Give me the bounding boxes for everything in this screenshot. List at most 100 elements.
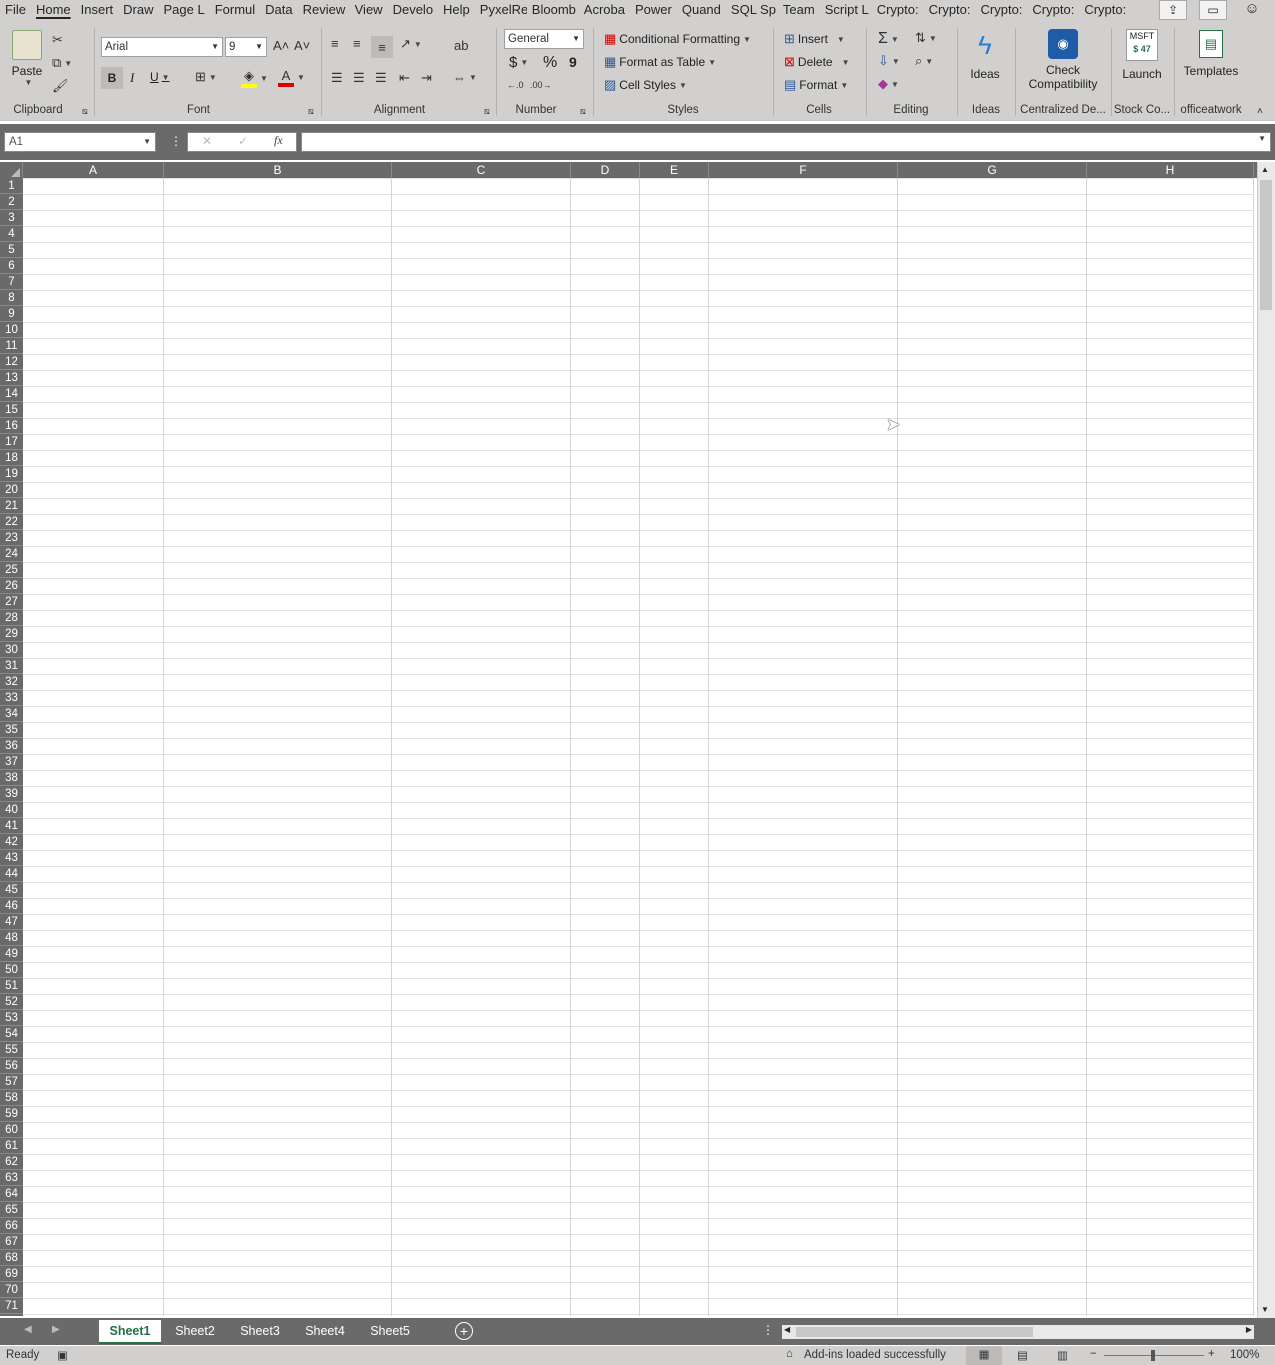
row-header[interactable]: 44 xyxy=(0,866,23,882)
row-header[interactable]: 52 xyxy=(0,994,23,1010)
cancel-icon[interactable]: ✕ xyxy=(202,134,212,148)
ribbon-tab[interactable]: PyxelRe xyxy=(475,0,527,20)
dialog-launcher-icon[interactable]: ⧅ xyxy=(308,106,314,117)
orientation-button[interactable]: ↗ ▼ xyxy=(400,36,422,52)
row-header[interactable]: 37 xyxy=(0,754,23,770)
share-icon[interactable]: ⇪ xyxy=(1159,0,1187,20)
column-header[interactable]: A xyxy=(23,162,164,178)
zoom-out-button[interactable]: − xyxy=(1090,1348,1097,1360)
autosum-button[interactable]: Σ ▼ xyxy=(878,30,899,48)
column-header[interactable]: D xyxy=(571,162,640,178)
row-header[interactable]: 71 xyxy=(0,1298,23,1314)
ribbon-tab[interactable]: Home xyxy=(31,0,76,20)
ribbon-tab[interactable]: Bloomb xyxy=(527,0,579,20)
row-header[interactable]: 51 xyxy=(0,978,23,994)
row-header[interactable]: 25 xyxy=(0,562,23,578)
row-header[interactable]: 9 xyxy=(0,306,23,322)
ribbon-tab[interactable]: View xyxy=(350,0,388,20)
decrease-indent-button[interactable]: ⇤ xyxy=(399,70,410,86)
ribbon-tab[interactable]: Acroba xyxy=(579,0,630,20)
row-header[interactable]: 10 xyxy=(0,322,23,338)
scroll-down-icon[interactable]: ▼ xyxy=(1261,1305,1269,1314)
normal-view-icon[interactable]: ▦ xyxy=(966,1346,1002,1365)
next-sheet-icon[interactable]: ▶ xyxy=(52,1324,60,1335)
dialog-launcher-icon[interactable]: ⧅ xyxy=(580,106,586,117)
row-header[interactable]: 4 xyxy=(0,226,23,242)
row-header[interactable]: 23 xyxy=(0,530,23,546)
row-header[interactable]: 16 xyxy=(0,418,23,434)
ribbon-tab[interactable]: Page L xyxy=(159,0,210,20)
ribbon-tab[interactable]: Insert xyxy=(76,0,119,20)
row-header[interactable]: 58 xyxy=(0,1090,23,1106)
bottom-align-button[interactable]: ≡ xyxy=(371,36,393,58)
row-header[interactable]: 70 xyxy=(0,1282,23,1298)
add-sheet-button[interactable]: + xyxy=(455,1322,473,1340)
merge-center-button[interactable]: ⇔ ▼ xyxy=(453,70,477,85)
row-header[interactable]: 35 xyxy=(0,722,23,738)
ribbon-tab[interactable]: Power xyxy=(630,0,677,20)
ribbon-tab[interactable]: Draw xyxy=(118,0,158,20)
name-box[interactable]: A1 ▼ xyxy=(4,132,156,152)
underline-button[interactable]: U ▼ xyxy=(150,70,170,84)
more-icon[interactable]: ⋮ xyxy=(762,1323,774,1337)
row-header[interactable]: 54 xyxy=(0,1026,23,1042)
ribbon-tab[interactable]: Crypto: xyxy=(1027,0,1079,20)
templates-button[interactable]: ▤ Templates xyxy=(1180,30,1242,78)
decrease-font-button[interactable]: A˅ xyxy=(294,38,310,53)
find-select-button[interactable]: ⌕ ▼ xyxy=(915,53,933,69)
align-right-button[interactable]: ☰ xyxy=(375,70,387,86)
format-as-table-button[interactable]: ▦ Format as Table ▼ xyxy=(604,54,716,70)
sort-filter-button[interactable]: ⇅ ▼ xyxy=(915,30,937,46)
increase-font-button[interactable]: A˄ xyxy=(273,38,289,53)
align-center-button[interactable]: ☰ xyxy=(353,70,365,86)
row-header[interactable]: 48 xyxy=(0,930,23,946)
middle-align-button[interactable]: ≡ xyxy=(353,36,361,51)
align-left-button[interactable]: ☰ xyxy=(331,70,343,86)
column-header[interactable]: C xyxy=(392,162,571,178)
check-compatibility-button[interactable]: ◉ Check Compatibility xyxy=(1023,29,1103,91)
format-cells-button[interactable]: ▤ Format ▼ xyxy=(784,77,848,93)
page-break-icon[interactable]: ▥ xyxy=(1057,1348,1068,1362)
font-size-select[interactable]: 9 ▼ xyxy=(225,37,267,57)
row-header[interactable]: 15 xyxy=(0,402,23,418)
ribbon-tab[interactable]: Review xyxy=(298,0,350,20)
more-icon[interactable]: ⋮ xyxy=(170,134,182,148)
sheet-tab[interactable]: Sheet1 xyxy=(99,1320,161,1344)
row-header[interactable]: 26 xyxy=(0,578,23,594)
row-header[interactable]: 66 xyxy=(0,1218,23,1234)
ribbon-tab[interactable]: Crypto: xyxy=(976,0,1028,20)
horizontal-scroll-thumb[interactable] xyxy=(796,1327,1033,1337)
fill-color-button[interactable]: ◈ ▼ xyxy=(241,68,268,88)
collapse-ribbon-icon[interactable]: ˄ xyxy=(1257,106,1263,117)
row-header[interactable]: 28 xyxy=(0,610,23,626)
italic-button[interactable]: I xyxy=(130,70,134,86)
ribbon-tab[interactable]: Help xyxy=(438,0,475,20)
ideas-button[interactable]: ϟ Ideas xyxy=(963,30,1007,81)
font-color-button[interactable]: A ▼ xyxy=(278,68,305,87)
page-layout-icon[interactable]: ▤ xyxy=(1017,1348,1028,1362)
row-header[interactable]: 63 xyxy=(0,1170,23,1186)
scroll-up-icon[interactable]: ▲ xyxy=(1261,165,1269,174)
format-painter-button[interactable]: 🖌 xyxy=(52,78,69,94)
row-header[interactable]: 59 xyxy=(0,1106,23,1122)
currency-button[interactable]: $ ▼ xyxy=(509,54,528,71)
zoom-in-button[interactable]: + xyxy=(1208,1348,1215,1360)
row-header[interactable]: 12 xyxy=(0,354,23,370)
feedback-icon[interactable]: ☺ xyxy=(1241,0,1263,20)
row-header[interactable]: 38 xyxy=(0,770,23,786)
increase-indent-button[interactable]: ⇥ xyxy=(421,70,432,86)
ribbon-tab[interactable]: Team xyxy=(778,0,820,20)
dialog-launcher-icon[interactable]: ⧅ xyxy=(484,106,490,117)
wrap-text-button[interactable]: ab xyxy=(454,38,468,53)
ribbon-tab[interactable]: SQL Sp xyxy=(726,0,778,20)
row-header[interactable]: 43 xyxy=(0,850,23,866)
comments-icon[interactable]: ▭ xyxy=(1199,0,1227,20)
row-header[interactable]: 34 xyxy=(0,706,23,722)
row-header[interactable]: 14 xyxy=(0,386,23,402)
column-header[interactable]: H xyxy=(1087,162,1254,178)
conditional-formatting-button[interactable]: ▦ Conditional Formatting ▼ xyxy=(604,31,751,47)
row-header[interactable]: 2 xyxy=(0,194,23,210)
row-header[interactable]: 56 xyxy=(0,1058,23,1074)
select-all-button[interactable] xyxy=(0,162,23,178)
launch-button[interactable]: MSFT $ 47 Launch xyxy=(1121,29,1163,81)
